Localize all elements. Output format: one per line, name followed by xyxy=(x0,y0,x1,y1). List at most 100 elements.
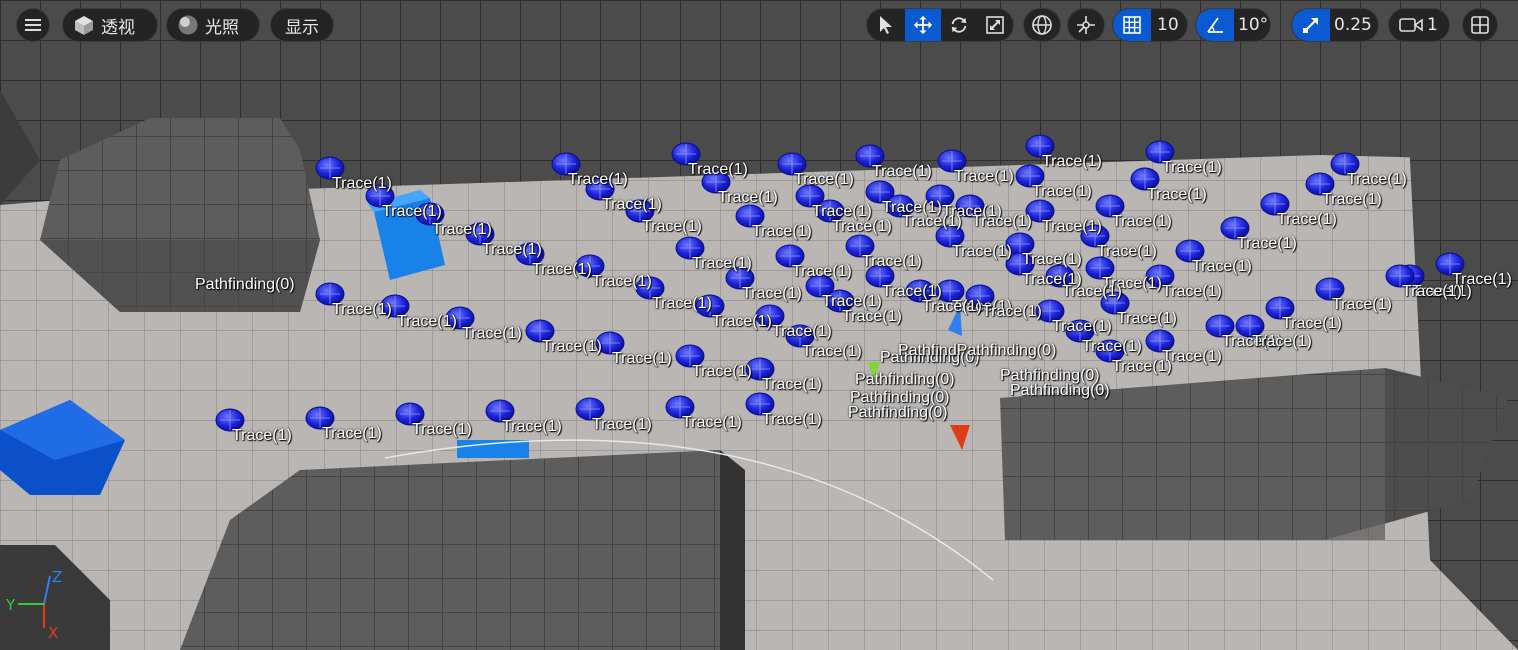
trace-label: Trace(1) xyxy=(832,218,892,235)
trace-label: Trace(1) xyxy=(482,241,542,258)
trace-label: Trace(1) xyxy=(718,189,778,206)
trace-label: Trace(1) xyxy=(1237,235,1297,252)
trace-label: Trace(1) xyxy=(1162,159,1222,176)
trace-label: Trace(1) xyxy=(1112,358,1172,375)
trace-label: Trace(1) xyxy=(1042,218,1102,235)
axis-x-label: X xyxy=(48,624,58,640)
trace-label: Trace(1) xyxy=(1282,315,1342,332)
scale-icon xyxy=(986,16,1004,34)
camera-icon xyxy=(1389,9,1427,41)
scale-tool-button[interactable] xyxy=(977,9,1013,41)
trace-label: Trace(1) xyxy=(1112,213,1172,230)
rotate-tool-button[interactable] xyxy=(941,9,977,41)
trace-label: Trace(1) xyxy=(642,218,702,235)
level-viewport[interactable]: Trace(1) Trace(1) Trace(1) Trace(1) Trace(1)… xyxy=(0,0,1518,650)
trace-label: Trace(1) xyxy=(592,273,652,290)
trace-label: Trace(1) xyxy=(532,261,592,278)
trace-label: Trace(1) xyxy=(1032,183,1092,200)
trace-label: Trace(1) xyxy=(382,203,442,220)
trace-label: Trace(1) xyxy=(322,425,382,442)
trace-label: Trace(1) xyxy=(972,213,1032,230)
trace-label: Trace(1) xyxy=(332,301,392,318)
camera-speed-value: 1 xyxy=(1427,15,1438,35)
trace-label: Trace(1) xyxy=(954,168,1014,185)
sphere-icon xyxy=(167,9,205,41)
trace-label: Trace(1) xyxy=(332,175,392,192)
trace-label: Trace(1) xyxy=(982,303,1042,320)
trace-label: Trace(1) xyxy=(1042,153,1102,170)
pathfinding-label: Pathfinding(0) xyxy=(1000,367,1100,384)
trace-label: Trace(1) xyxy=(542,338,602,355)
grid-snap-value[interactable]: 10 xyxy=(1151,15,1179,35)
grid-snap-group: 10 xyxy=(1112,8,1188,42)
perspective-label: 透视 xyxy=(101,17,135,38)
scale-snap-toggle[interactable] xyxy=(1292,9,1330,41)
camera-speed-button[interactable]: 1 xyxy=(1388,8,1450,42)
trace-label: Trace(1) xyxy=(772,323,832,340)
surface-snap-button[interactable] xyxy=(1067,8,1105,42)
trace-label: Trace(1) xyxy=(762,411,822,428)
show-label: 显示 xyxy=(285,17,319,38)
trace-label: Trace(1) xyxy=(462,325,522,342)
pathfinding-overlap-label: PathfindPathfinding(0) xyxy=(898,342,1057,359)
viewport-menu-button[interactable] xyxy=(16,8,50,42)
trace-label: Trace(1) xyxy=(872,163,932,180)
trace-label: Trace(1) xyxy=(602,196,662,213)
world-space-button[interactable] xyxy=(1023,8,1061,42)
trace-label: Trace(1) xyxy=(902,213,962,230)
trace-label: Trace(1) xyxy=(1332,296,1392,313)
select-tool-button[interactable] xyxy=(867,9,905,41)
trace-label: Trace(1) xyxy=(762,376,822,393)
trace-label: Trace(1) xyxy=(1162,283,1222,300)
lighting-label: 光照 xyxy=(205,17,239,38)
pathfinding-label: Pathfinding(0) xyxy=(855,371,955,388)
cube-icon xyxy=(63,9,101,41)
rotation-snap-toggle[interactable] xyxy=(1196,9,1234,41)
perspective-button[interactable]: 透视 xyxy=(62,8,158,42)
trace-label: Trace(1) xyxy=(792,263,852,280)
trace-label: Trace(1) xyxy=(862,253,922,270)
scale-snap-icon xyxy=(1303,18,1318,33)
trace-label: Trace(1) xyxy=(1147,186,1207,203)
move-tool-button[interactable] xyxy=(905,9,941,41)
globe-icon xyxy=(1032,15,1052,35)
trace-label: Trace(1) xyxy=(397,313,457,330)
scale-snap-value[interactable]: 0.25 xyxy=(1330,15,1372,35)
trace-label: Trace(1) xyxy=(502,418,562,435)
show-button[interactable]: 显示 xyxy=(270,8,334,42)
trace-label: Trace(1) xyxy=(232,427,292,444)
trace-label: Trace(1) xyxy=(794,171,854,188)
trace-label: Trace(1) xyxy=(1322,191,1382,208)
trace-label: Trace(1) xyxy=(688,161,748,178)
trace-label: Trace(1) xyxy=(1022,251,1082,268)
pathfinding-label: Pathfinding(0) xyxy=(1010,382,1110,399)
transform-tools xyxy=(866,8,1014,42)
pathfinding-label: Pathfinding(0) xyxy=(848,404,948,421)
trace-label: Trace(1) xyxy=(612,350,672,367)
axis-indicator: Z X Y xyxy=(5,568,62,640)
trace-label: Trace(1) xyxy=(1052,318,1112,335)
grid-snap-toggle[interactable] xyxy=(1113,9,1151,41)
trace-label: Trace(1) xyxy=(802,343,862,360)
grid-icon xyxy=(1123,16,1141,34)
surface-snap-icon xyxy=(1077,16,1095,34)
blue-cube-front xyxy=(457,440,529,458)
pathfinding-label: Pathfinding(0) xyxy=(195,276,295,293)
rotate-icon xyxy=(951,17,967,33)
move-icon xyxy=(913,15,933,35)
trace-label: Trace(1) xyxy=(1402,283,1462,300)
angle-icon xyxy=(1207,17,1223,33)
viewport-layout-button[interactable] xyxy=(1462,8,1498,42)
rotation-snap-value[interactable]: 10° xyxy=(1234,15,1268,35)
trace-label: Trace(1) xyxy=(592,416,652,433)
trace-label: Trace(1) xyxy=(682,414,742,431)
axis-y-label: Y xyxy=(5,596,16,614)
trace-label: Trace(1) xyxy=(742,285,802,302)
trace-label: Trace(1) xyxy=(712,313,772,330)
trace-label: Trace(1) xyxy=(432,221,492,238)
trace-label: Trace(1) xyxy=(1347,171,1407,188)
hamburger-icon xyxy=(17,9,49,41)
trace-label: Trace(1) xyxy=(1062,283,1122,300)
trace-label: Trace(1) xyxy=(842,308,902,325)
lighting-button[interactable]: 光照 xyxy=(166,8,260,42)
